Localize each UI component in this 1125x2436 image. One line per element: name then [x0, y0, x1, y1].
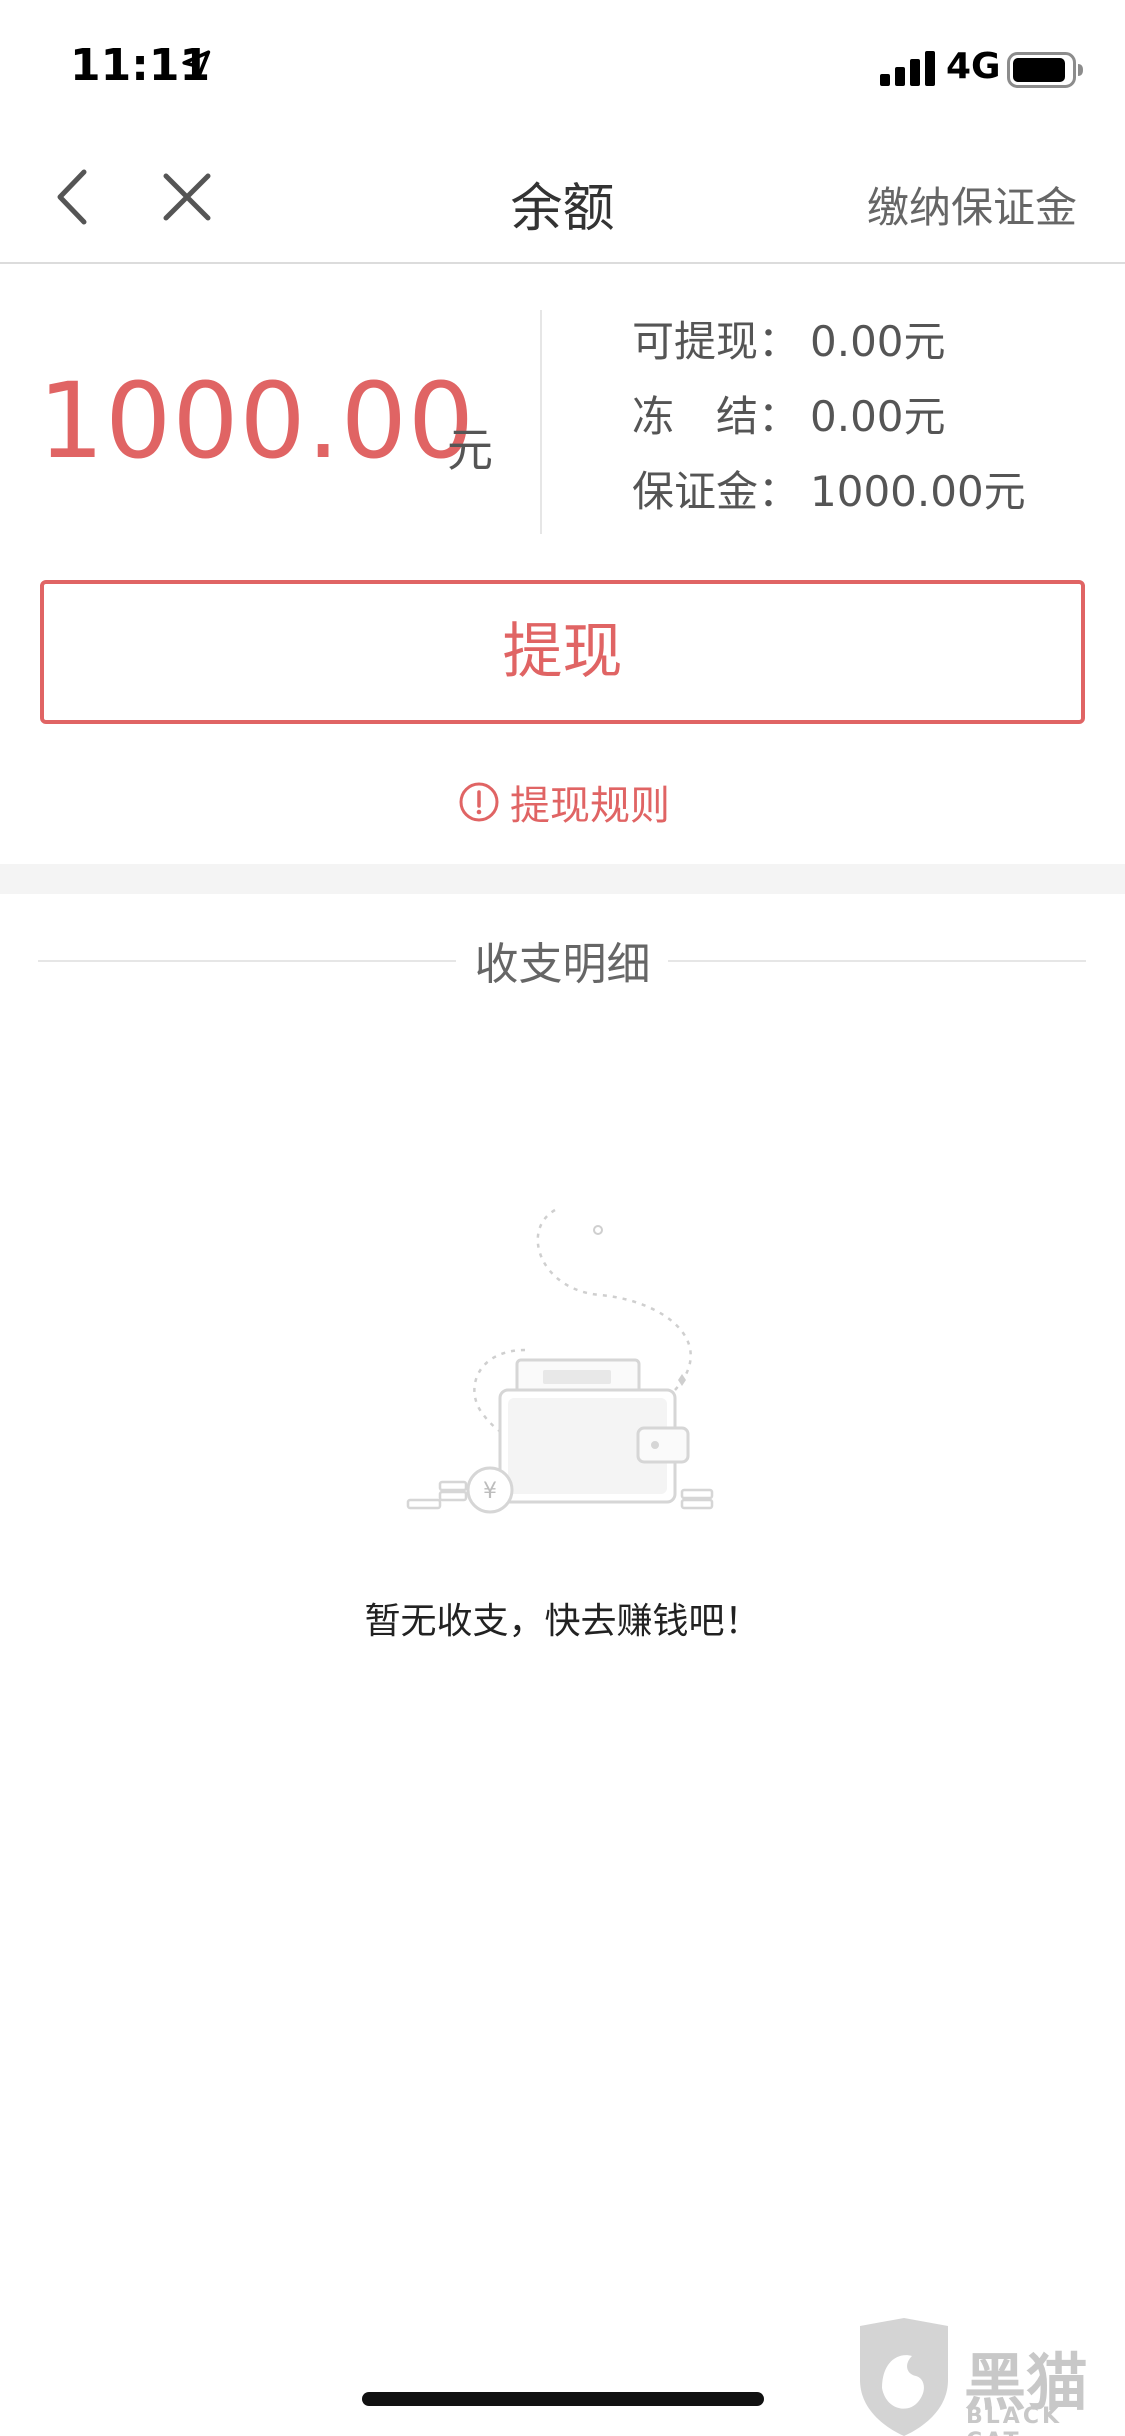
withdraw-rules-link[interactable]: 提现规则 — [458, 772, 670, 832]
watermark-subtext: BLACK CAT — [966, 2404, 1063, 2436]
location-arrow-icon — [182, 50, 211, 79]
detail-value: 1000.00元 — [810, 467, 1026, 516]
pay-deposit-link[interactable]: 缴纳保证金 — [867, 174, 1077, 235]
section-title: 收支明细 — [474, 939, 651, 990]
battery-icon — [1007, 52, 1083, 88]
withdraw-rules-label: 提现规则 — [510, 783, 670, 829]
withdraw-button[interactable]: 提现 — [40, 580, 1085, 724]
vertical-divider — [540, 310, 542, 534]
balance-amount: 1000.00 — [38, 360, 476, 482]
detail-label: 保证金： — [632, 467, 801, 516]
exclamation-circle-icon — [459, 782, 499, 822]
empty-state-message: 暂无收支，快去赚钱吧！ — [364, 1601, 761, 1642]
watermark-logo: 黑猫 BLACK CAT — [852, 2318, 1125, 2436]
black-cat-shield-icon — [860, 2318, 948, 2436]
nav-bar: 余额 缴纳保证金 — [0, 132, 1125, 264]
detail-value: 0.00元 — [810, 317, 946, 366]
detail-label: 冻 结： — [632, 392, 801, 441]
balance-unit: 元 — [447, 423, 493, 477]
section-separator — [0, 864, 1125, 894]
svg-text:¥: ¥ — [483, 1479, 497, 1504]
signal-bars-icon — [880, 51, 935, 86]
balance-page: 11:11 4G 余额 缴纳保证金 1000.00 元 可提现： 0.00元 冻… — [0, 0, 1125, 2436]
status-bar: 11:11 4G — [0, 0, 1125, 132]
detail-label: 可提现： — [632, 317, 801, 366]
network-label: 4G — [946, 46, 1001, 87]
empty-wallet-icon: ¥ — [406, 1208, 714, 1514]
withdraw-label: 提现 — [502, 617, 623, 687]
detail-value: 0.00元 — [810, 392, 946, 441]
home-indicator — [362, 2392, 764, 2406]
